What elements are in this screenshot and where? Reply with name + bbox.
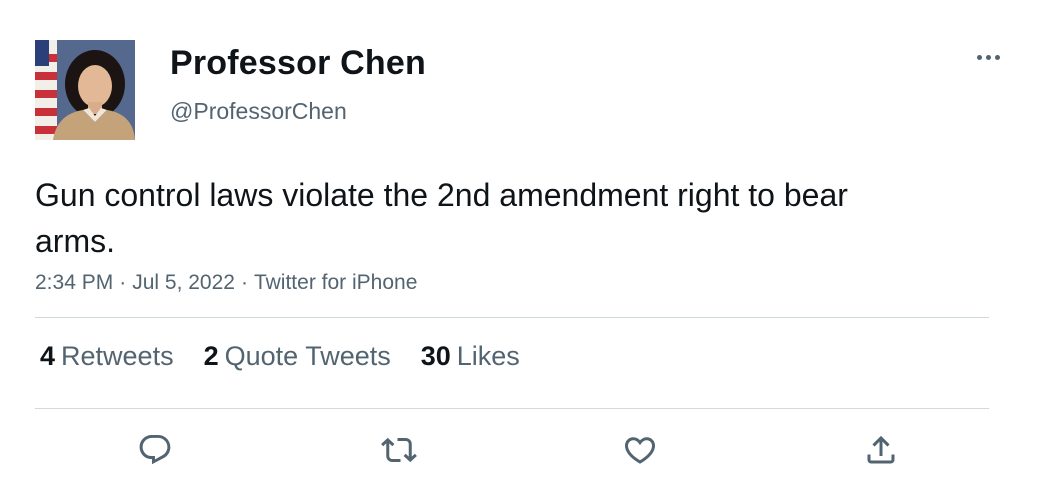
divider: [35, 408, 989, 409]
reply-button[interactable]: [133, 428, 177, 472]
share-icon: [867, 435, 895, 464]
quote-tweets-count: 2: [203, 341, 219, 371]
tweet-time[interactable]: 2:34 PM: [35, 271, 113, 294]
tweet-meta: 2:34 PM · Jul 5, 2022 · Twitter for iPhone: [35, 271, 417, 295]
heart-icon: [624, 437, 656, 464]
tweet-source[interactable]: Twitter for iPhone: [254, 271, 417, 294]
like-button[interactable]: [618, 428, 662, 472]
meta-separator: ·: [240, 271, 248, 294]
display-name[interactable]: Professor Chen: [170, 44, 426, 83]
action-bar: [0, 428, 1050, 472]
share-button[interactable]: [859, 428, 903, 472]
retweets-count: 4: [40, 341, 56, 371]
more-options-icon: [976, 54, 982, 60]
more-options-button[interactable]: [966, 44, 1010, 70]
tweet-detail: Professor Chen @ProfessorChen Gun contro…: [0, 0, 1050, 480]
likes-count: 30: [420, 341, 451, 371]
tweet-date[interactable]: Jul 5, 2022: [132, 271, 235, 294]
retweets-stat[interactable]: 4 Retweets: [40, 341, 174, 372]
tweet-text: Gun control laws violate the 2nd amendme…: [35, 177, 848, 259]
likes-stat[interactable]: 30 Likes: [421, 341, 520, 372]
quote-tweets-stat[interactable]: 2 Quote Tweets: [204, 341, 391, 372]
meta-separator: ·: [119, 271, 127, 294]
avatar-photo: [35, 40, 135, 140]
quote-tweets-label: Quote Tweets: [224, 341, 391, 371]
engagement-stats: 4 Retweets 2 Quote Tweets 30 Likes: [40, 341, 550, 372]
retweets-label: Retweets: [61, 341, 174, 371]
retweet-button[interactable]: [377, 428, 421, 472]
avatar[interactable]: [35, 40, 135, 140]
retweet-icon: [381, 437, 417, 463]
likes-label: Likes: [456, 341, 520, 371]
divider: [35, 317, 989, 318]
user-handle[interactable]: @ProfessorChen: [170, 98, 347, 125]
reply-icon: [139, 435, 171, 465]
